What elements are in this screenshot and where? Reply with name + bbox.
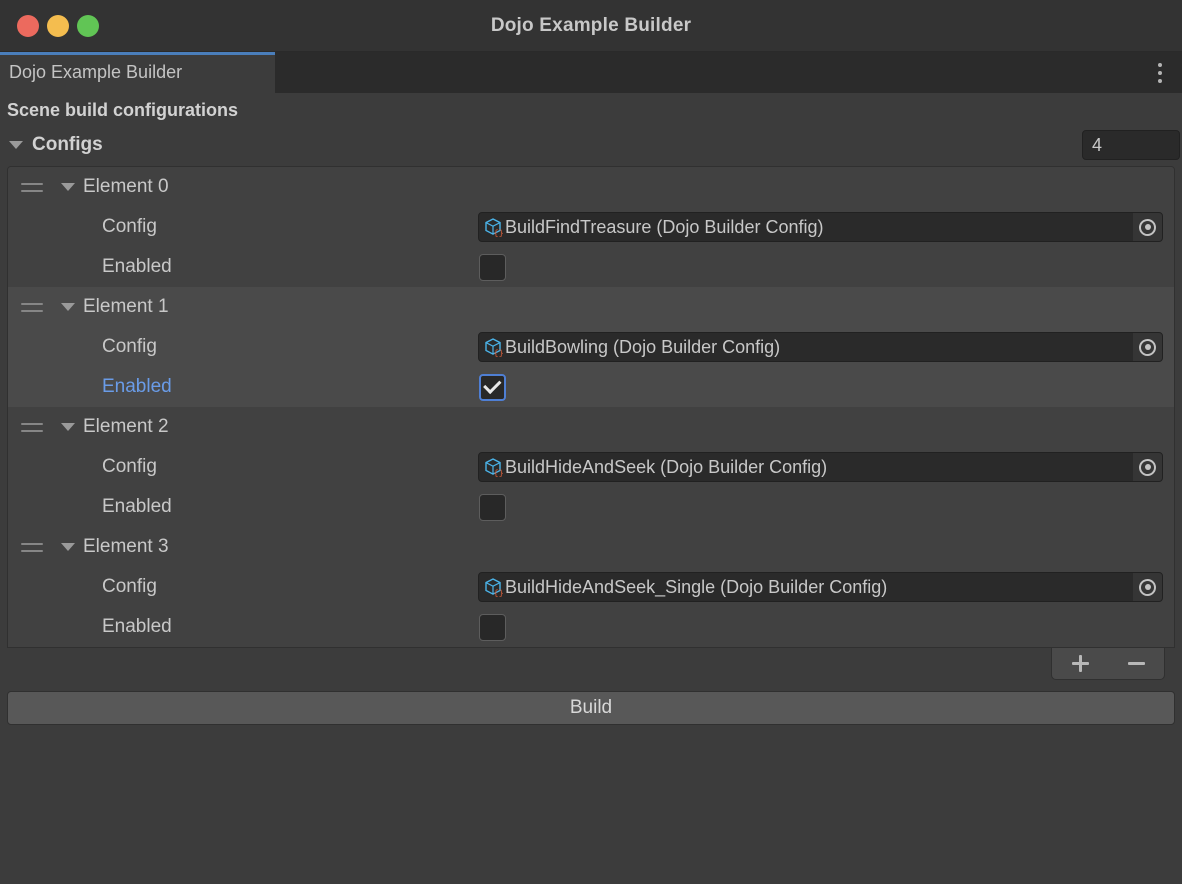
editor-window: Dojo Example Builder Dojo Example Builde… <box>0 0 1182 884</box>
list-item: Element 3 Config {} BuildHideAndSeek_Sin… <box>8 527 1174 647</box>
scriptable-object-icon: {} <box>485 458 504 479</box>
enabled-label: Enabled <box>102 376 172 397</box>
enabled-checkbox[interactable] <box>479 253 506 281</box>
chevron-down-icon[interactable] <box>9 141 23 149</box>
page-title: Scene build configurations <box>7 100 239 120</box>
config-label: Config <box>102 216 157 237</box>
enabled-label: Enabled <box>102 616 172 637</box>
tab-bar: Dojo Example Builder <box>0 52 1182 93</box>
window-title: Dojo Example Builder <box>490 14 692 36</box>
kebab-dot <box>1158 62 1162 67</box>
list-footer <box>7 648 1175 683</box>
enabled-checkbox[interactable] <box>479 613 506 641</box>
close-window-button[interactable] <box>17 14 39 37</box>
config-object-field[interactable]: {} BuildHideAndSeek (Dojo Builder Config… <box>478 452 1163 482</box>
object-picker-button[interactable] <box>1132 573 1162 601</box>
config-property-row: Config {} BuildFindTreasure (Dojo Builde… <box>8 207 1174 247</box>
object-picker-icon <box>1139 578 1156 596</box>
config-label: Config <box>102 456 157 477</box>
enabled-property-row: Enabled <box>8 607 1174 647</box>
object-picker-button[interactable] <box>1132 213 1162 241</box>
kebab-dot <box>1158 78 1162 83</box>
scriptable-object-icon: {} <box>485 218 504 239</box>
chevron-down-icon[interactable] <box>61 303 75 311</box>
object-picker-icon <box>1139 338 1156 356</box>
config-property-row: Config {} BuildBowling (Dojo Builder Con… <box>8 327 1174 367</box>
window-content: Scene build configurations Configs 4 Ele… <box>0 93 1182 884</box>
config-object-name: BuildBowling (Dojo Builder Config) <box>505 336 781 357</box>
scriptable-object-icon: {} <box>485 578 504 599</box>
build-button[interactable]: Build <box>7 691 1175 725</box>
configs-label[interactable]: Configs <box>32 134 103 156</box>
enabled-checkbox[interactable] <box>479 493 506 521</box>
element-label: Element 1 <box>83 296 169 317</box>
config-object-name: BuildHideAndSeek (Dojo Builder Config) <box>505 456 828 477</box>
enabled-property-row: Enabled <box>8 367 1174 407</box>
config-property-row: Config {} BuildHideAndSeek_Single (Dojo … <box>8 567 1174 607</box>
scriptable-object-icon: {} <box>485 338 504 359</box>
list-item: Element 0 Config {} BuildFindTreasure (D… <box>8 167 1174 287</box>
element-label: Element 3 <box>83 536 169 557</box>
enabled-property-row: Enabled <box>8 487 1174 527</box>
chevron-down-icon[interactable] <box>61 543 75 551</box>
config-label: Config <box>102 336 157 357</box>
configs-foldout-row: Configs 4 <box>0 127 1182 163</box>
array-size-value: 4 <box>1092 134 1103 155</box>
minimize-window-button[interactable] <box>47 14 69 37</box>
minus-icon <box>1127 662 1145 665</box>
add-element-button[interactable] <box>1063 651 1097 677</box>
tab-dojo-example-builder[interactable]: Dojo Example Builder <box>0 52 275 93</box>
element-label: Element 0 <box>83 176 169 197</box>
element-header[interactable]: Element 2 <box>8 407 1174 447</box>
object-picker-icon <box>1139 458 1156 476</box>
element-header[interactable]: Element 0 <box>8 167 1174 207</box>
drag-handle-icon[interactable] <box>21 422 43 432</box>
chevron-down-icon[interactable] <box>61 423 75 431</box>
tab-label: Dojo Example Builder <box>9 62 183 82</box>
svg-text:{}: {} <box>494 469 504 479</box>
drag-handle-icon[interactable] <box>21 302 43 312</box>
chevron-down-icon[interactable] <box>61 183 75 191</box>
config-object-name: BuildFindTreasure (Dojo Builder Config) <box>505 216 824 237</box>
element-header[interactable]: Element 1 <box>8 287 1174 327</box>
configs-list: Element 0 Config {} BuildFindTreasure (D… <box>7 166 1175 648</box>
object-picker-button[interactable] <box>1132 453 1162 481</box>
svg-text:{}: {} <box>494 589 504 599</box>
enabled-label: Enabled <box>102 496 172 517</box>
object-picker-button[interactable] <box>1132 333 1162 361</box>
array-size-field[interactable]: 4 <box>1082 130 1180 160</box>
config-object-field[interactable]: {} BuildFindTreasure (Dojo Builder Confi… <box>478 212 1163 242</box>
svg-text:{}: {} <box>494 229 504 239</box>
svg-text:{}: {} <box>494 349 504 359</box>
kebab-dot <box>1158 70 1162 75</box>
maximize-window-button[interactable] <box>77 14 99 37</box>
element-header[interactable]: Element 3 <box>8 527 1174 567</box>
list-item: Element 2 Config {} BuildHideAndSeek (Do… <box>8 407 1174 527</box>
config-object-field[interactable]: {} BuildBowling (Dojo Builder Config) <box>478 332 1163 362</box>
config-property-row: Config {} BuildHideAndSeek (Dojo Builder… <box>8 447 1174 487</box>
list-footer-buttons <box>1051 648 1165 680</box>
tab-bar-spacer <box>275 52 1138 93</box>
kebab-menu-icon[interactable] <box>1138 52 1182 93</box>
enabled-property-row: Enabled <box>8 247 1174 287</box>
config-object-name: BuildHideAndSeek_Single (Dojo Builder Co… <box>505 576 888 597</box>
build-button-label: Build <box>569 697 613 718</box>
object-picker-icon <box>1139 218 1156 236</box>
drag-handle-icon[interactable] <box>21 182 43 192</box>
enabled-label: Enabled <box>102 256 172 277</box>
list-item: Element 1 Config {} BuildBowling (Dojo B… <box>8 287 1174 407</box>
config-label: Config <box>102 576 157 597</box>
config-object-field[interactable]: {} BuildHideAndSeek_Single (Dojo Builder… <box>478 572 1163 602</box>
window-titlebar: Dojo Example Builder <box>0 0 1182 52</box>
remove-element-button[interactable] <box>1119 651 1153 677</box>
enabled-checkbox[interactable] <box>479 373 506 401</box>
traffic-light-group <box>0 14 99 37</box>
drag-handle-icon[interactable] <box>21 542 43 552</box>
element-label: Element 2 <box>83 416 169 437</box>
